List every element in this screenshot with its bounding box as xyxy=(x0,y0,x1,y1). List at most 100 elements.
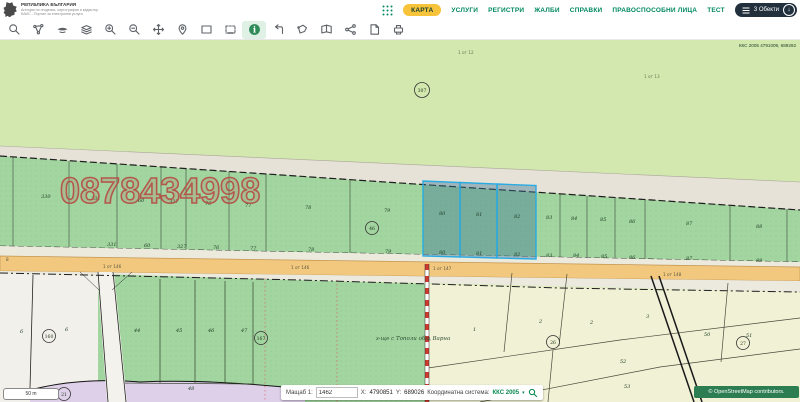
svg-text:87: 87 xyxy=(686,256,693,262)
crs-coordinates-overlay: ККС 2005 4791009, 689292 xyxy=(739,43,796,48)
svg-text:84: 84 xyxy=(573,253,579,259)
map-sheets-tool-button[interactable] xyxy=(314,21,338,39)
y-label: Y: xyxy=(396,390,401,396)
selected-parcel-82[interactable] xyxy=(497,184,536,259)
chevron-down-icon[interactable]: ▾ xyxy=(522,390,525,396)
scale-label: Мащаб 1: xyxy=(286,390,313,396)
document-icon xyxy=(368,23,381,36)
printer-icon xyxy=(392,23,405,36)
svg-text:86: 86 xyxy=(629,219,636,225)
select-rectangle-tool-button[interactable] xyxy=(194,21,218,39)
cadastral-map[interactable]: 307 46 160 21 167 26 27 330 331 60 327 7… xyxy=(0,40,800,402)
parcel-number: 53 xyxy=(624,384,630,390)
svg-text:83: 83 xyxy=(546,215,552,221)
parcel-number: 2 xyxy=(589,320,593,326)
nav-item-zhalbi[interactable]: ЖАЛБИ xyxy=(534,7,560,14)
extent-icon xyxy=(224,23,237,36)
print-tool-button[interactable] xyxy=(386,21,410,39)
osm-attribution-button[interactable]: © OpenStreetMap contributors. xyxy=(694,386,799,398)
hamburger-icon xyxy=(742,7,750,14)
road-label: 1 от 12 xyxy=(458,50,474,55)
svg-text:82: 82 xyxy=(514,252,520,258)
parcel-number: 51 xyxy=(746,333,752,339)
x-coordinate: 4790851 xyxy=(369,390,392,396)
layers-tool-button[interactable] xyxy=(74,21,98,39)
road-label: 1 от 146 xyxy=(291,265,310,270)
zoom-extent-tool-button[interactable] xyxy=(218,21,242,39)
svg-text:81: 81 xyxy=(476,251,482,257)
road-label: 8 xyxy=(6,257,9,262)
nav-item-karta[interactable]: КАРТА xyxy=(403,4,441,16)
road-label: 1 от 147 xyxy=(433,266,452,271)
brand: РЕПУБЛИКА БЪЛГАРИЯ Агенция по геодезия, … xyxy=(3,1,98,17)
select-polygon-tool-button[interactable] xyxy=(290,21,314,39)
back-arrow-icon xyxy=(272,23,285,36)
parcel-number: 3 xyxy=(646,314,649,320)
circle-label: 167 xyxy=(257,336,266,342)
visibility-tool-button[interactable] xyxy=(50,21,74,39)
apps-grid-icon[interactable] xyxy=(382,5,393,16)
x-label: X: xyxy=(361,390,367,396)
svg-text:79: 79 xyxy=(385,249,392,255)
pan-icon xyxy=(152,23,165,36)
info-icon: i xyxy=(248,23,261,36)
selected-parcel-80[interactable] xyxy=(423,181,460,257)
map-canvas[interactable]: 307 46 160 21 167 26 27 330 331 60 327 7… xyxy=(0,40,800,402)
svg-text:330: 330 xyxy=(41,194,51,200)
main-nav: КАРТА УСЛУГИ РЕГИСТРИ ЖАЛБИ СПРАВКИ ПРАВ… xyxy=(382,0,797,20)
landed-area-label: з-ще с Тополи общ Варна xyxy=(376,335,451,342)
svg-text:331: 331 xyxy=(107,242,117,248)
snap-tool-button[interactable] xyxy=(26,21,50,39)
svg-text:327: 327 xyxy=(177,244,187,250)
zoom-in-tool-button[interactable] xyxy=(98,21,122,39)
objects-menu-button[interactable]: 3 Обекти ↓ xyxy=(735,3,797,17)
svg-text:82: 82 xyxy=(514,214,520,220)
share-tool-button[interactable] xyxy=(338,21,362,39)
phone-watermark: 0878434998 xyxy=(60,170,260,212)
circle-label: 46 xyxy=(369,226,375,232)
previous-view-tool-button[interactable] xyxy=(266,21,290,39)
document-tool-button[interactable] xyxy=(362,21,386,39)
scale-input[interactable] xyxy=(316,387,358,398)
coordinate-search-icon[interactable] xyxy=(528,388,538,398)
svg-text:79: 79 xyxy=(384,208,391,214)
parcel-number: 1 xyxy=(473,327,476,333)
nav-item-spravki[interactable]: СПРАВКИ xyxy=(570,7,603,14)
svg-text:78: 78 xyxy=(305,205,311,211)
info-tool-button[interactable]: i xyxy=(242,21,266,39)
parcel-number: 44 xyxy=(133,328,140,334)
svg-text:85: 85 xyxy=(601,254,607,260)
selected-parcels[interactable] xyxy=(423,181,536,259)
collapse-arrow-icon[interactable]: ↓ xyxy=(783,4,795,16)
svg-text:87: 87 xyxy=(686,221,693,227)
selected-parcel-81[interactable] xyxy=(460,183,497,259)
map-statusbar: Мащаб 1: X: 4790851 Y: 689026 Координатн… xyxy=(281,385,543,400)
coat-of-arms-logo xyxy=(3,1,18,17)
road-label: 1 от 13 xyxy=(644,74,660,79)
locate-tool-button[interactable] xyxy=(170,21,194,39)
svg-text:84: 84 xyxy=(571,216,577,222)
pan-tool-button[interactable] xyxy=(146,21,170,39)
nav-item-test[interactable]: ТЕСТ xyxy=(707,7,725,14)
nav-item-uslugi[interactable]: УСЛУГИ xyxy=(451,7,478,14)
y-coordinate: 689026 xyxy=(404,390,424,396)
crs-select[interactable]: ККС 2005 xyxy=(493,390,520,396)
snap-icon xyxy=(32,23,45,36)
nav-item-registri[interactable]: РЕГИСТРИ xyxy=(488,7,524,14)
share-icon xyxy=(344,23,357,36)
search-tool-button[interactable] xyxy=(2,21,26,39)
parcel-number: 46 xyxy=(207,328,215,334)
header: РЕПУБЛИКА БЪЛГАРИЯ Агенция по геодезия, … xyxy=(0,0,800,20)
zoom-out-tool-button[interactable] xyxy=(122,21,146,39)
svg-text:78: 78 xyxy=(308,247,314,253)
brand-portal: КАИС - Портал за електронни услуги xyxy=(21,12,98,16)
scale-bar: 50 m xyxy=(3,388,59,400)
zoom-in-icon xyxy=(104,23,117,36)
svg-text:85: 85 xyxy=(600,217,606,223)
rectangle-select-icon xyxy=(200,23,213,36)
objects-count-label: 3 Обекти xyxy=(754,7,779,13)
layers-icon xyxy=(80,23,93,36)
nav-item-pravosposobni-litsa[interactable]: ПРАВОСПОСОБНИ ЛИЦА xyxy=(612,7,697,14)
road-label: 1 от 146 xyxy=(103,264,122,269)
svg-text:76: 76 xyxy=(213,245,220,251)
